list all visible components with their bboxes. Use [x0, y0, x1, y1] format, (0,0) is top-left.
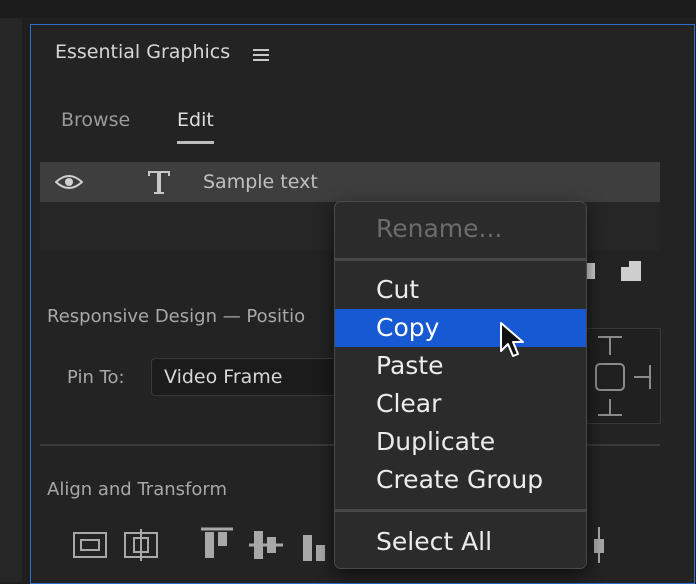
pin-to-label: Pin To: [67, 367, 125, 388]
layer-name: Sample text [203, 171, 318, 193]
text-layer-icon [148, 171, 170, 194]
left-panel-strip [0, 18, 22, 582]
pin-to-value: Video Frame [164, 366, 283, 388]
menu-item-duplicate[interactable]: Duplicate [335, 423, 586, 461]
align-vertical-center-frame-icon[interactable] [73, 532, 107, 558]
menu-item-paste[interactable]: Paste [335, 347, 586, 385]
tab-browse[interactable]: Browse [61, 109, 130, 131]
align-top-icon[interactable] [201, 527, 233, 558]
panel-menu-icon[interactable] [253, 49, 269, 61]
align-transform-title: Align and Transform [47, 479, 227, 500]
align-vertical-centers-icon[interactable] [249, 531, 283, 559]
layer-row[interactable]: Sample text [40, 162, 660, 202]
menu-separator [335, 509, 586, 512]
menu-item-cut[interactable]: Cut [335, 271, 586, 309]
align-horizontal-center-frame-icon[interactable] [124, 529, 158, 561]
pin-edges-icon [595, 336, 651, 416]
context-menu: Rename... Cut Copy Paste Clear Duplicate… [334, 201, 587, 569]
tab-edit[interactable]: Edit [177, 109, 214, 131]
menu-item-clear[interactable]: Clear [335, 385, 586, 423]
menu-separator [335, 258, 586, 261]
menu-item-create-group[interactable]: Create Group [335, 461, 586, 499]
responsive-design-title: Responsive Design — Positio [47, 306, 306, 327]
distribute-icon[interactable] [594, 527, 604, 563]
menu-item-select-all[interactable]: Select All [335, 523, 586, 561]
pin-to-dropdown[interactable]: Video Frame [151, 358, 351, 396]
pin-edges-widget[interactable] [579, 328, 661, 424]
new-group-icon[interactable] [621, 261, 641, 281]
align-bottom-icon[interactable] [303, 535, 325, 561]
menu-item-copy[interactable]: Copy [335, 309, 586, 347]
mouse-cursor-icon [500, 322, 524, 357]
active-tab-indicator [177, 141, 214, 144]
panel-title: Essential Graphics [55, 41, 231, 63]
top-bar [0, 0, 696, 18]
eye-icon[interactable] [55, 174, 83, 190]
menu-item-rename[interactable]: Rename... [335, 210, 586, 248]
